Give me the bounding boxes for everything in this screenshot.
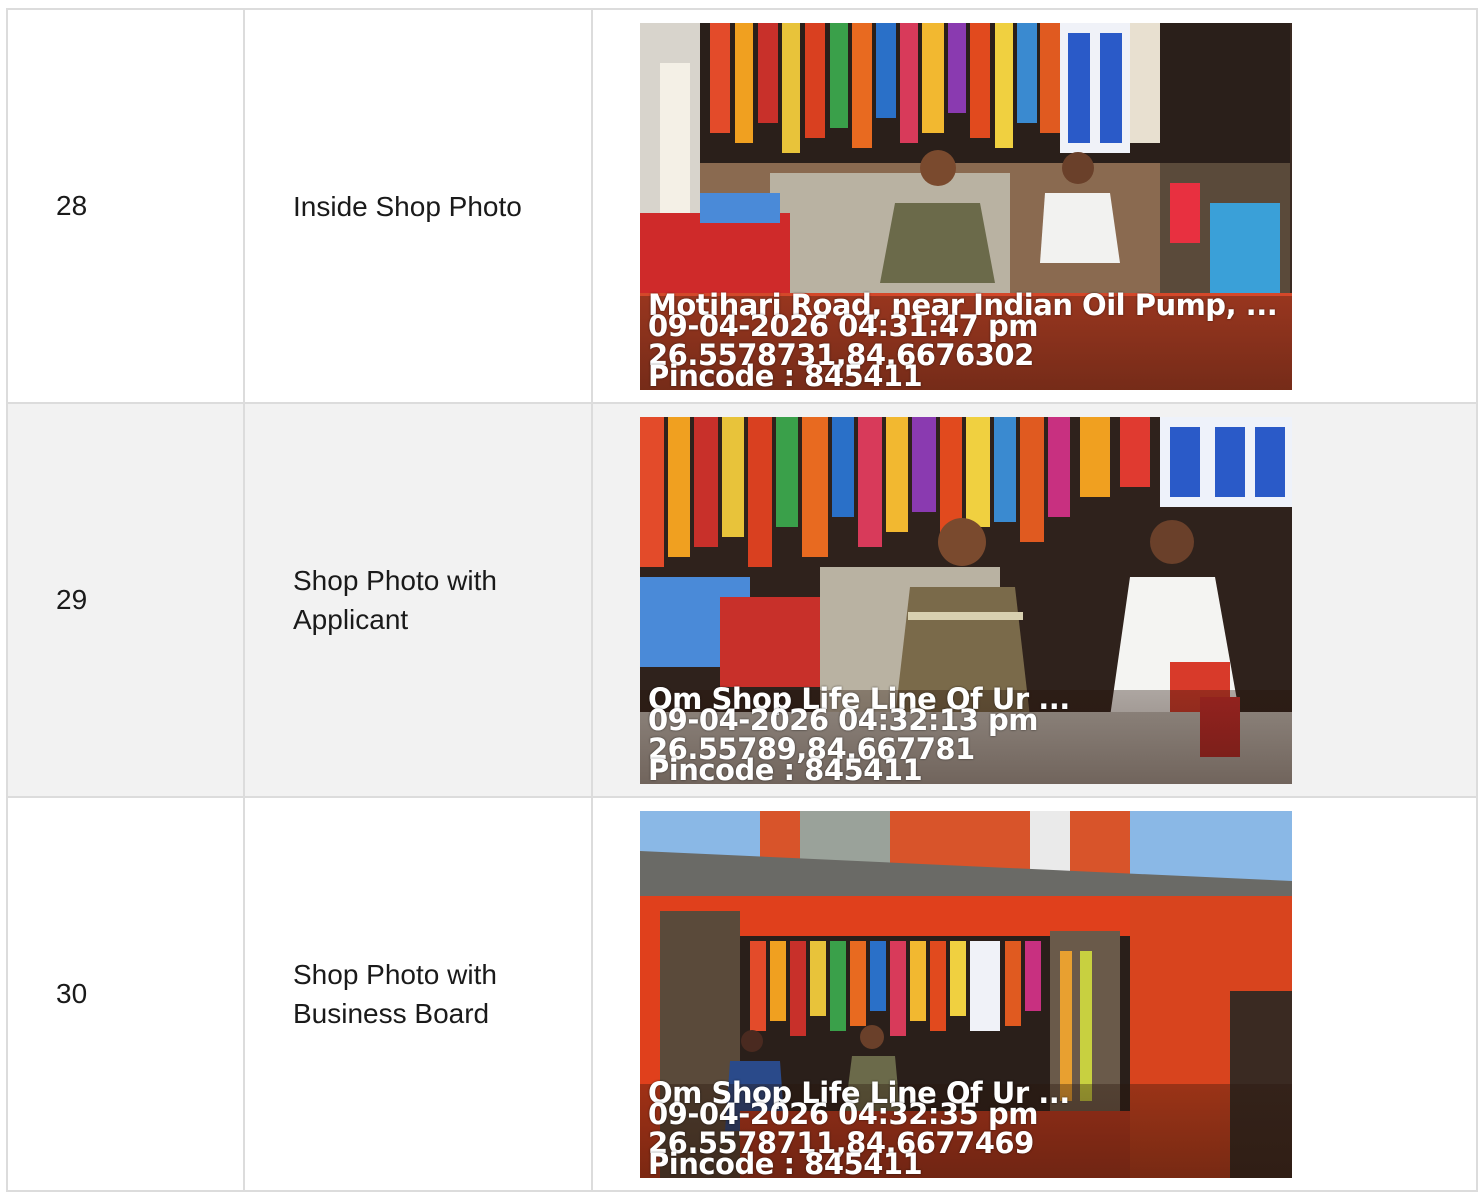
row-number: 28	[6, 8, 245, 404]
row-number: 29	[6, 402, 245, 798]
row-label: Inside Shop Photo	[243, 8, 593, 404]
photo-table: 28 Inside Shop Photo Motihari Road, near…	[6, 8, 1478, 1192]
photo-cell: Motihari Road, near Indian Oil Pump, ...…	[591, 8, 1478, 404]
geo-stamp: Om Shop Life Line Of Ur ... 09-04-2026 0…	[640, 1076, 1292, 1178]
shop-photo[interactable]: Om Shop Life Line Of Ur ... 09-04-2026 0…	[640, 810, 1292, 1178]
geo-stamp: Motihari Road, near Indian Oil Pump, ...…	[640, 288, 1292, 390]
stamp-pincode: Pincode : 845411	[648, 752, 923, 784]
geo-stamp: Om Shop Life Line Of Ur ... 09-04-2026 0…	[640, 682, 1292, 784]
table-row: 28 Inside Shop Photo Motihari Road, near…	[6, 8, 1478, 404]
row-number: 30	[6, 796, 245, 1192]
row-label: Shop Photo with Business Board	[243, 796, 593, 1192]
stamp-pincode: Pincode : 845411	[648, 1146, 923, 1178]
row-label: Shop Photo with Applicant	[243, 402, 593, 798]
photo-cell: Om Shop Life Line Of Ur ... 09-04-2026 0…	[591, 796, 1478, 1192]
stamp-pincode: Pincode : 845411	[648, 358, 923, 390]
table-row: 29 Shop Photo with Applicant Om Shop Lif…	[6, 402, 1478, 798]
shop-photo[interactable]: Om Shop Life Line Of Ur ... 09-04-2026 0…	[640, 416, 1292, 784]
shop-photo[interactable]: Motihari Road, near Indian Oil Pump, ...…	[640, 22, 1292, 390]
table-row: 30 Shop Photo with Business Board Om Sho…	[6, 796, 1478, 1192]
photo-cell: Om Shop Life Line Of Ur ... 09-04-2026 0…	[591, 402, 1478, 798]
